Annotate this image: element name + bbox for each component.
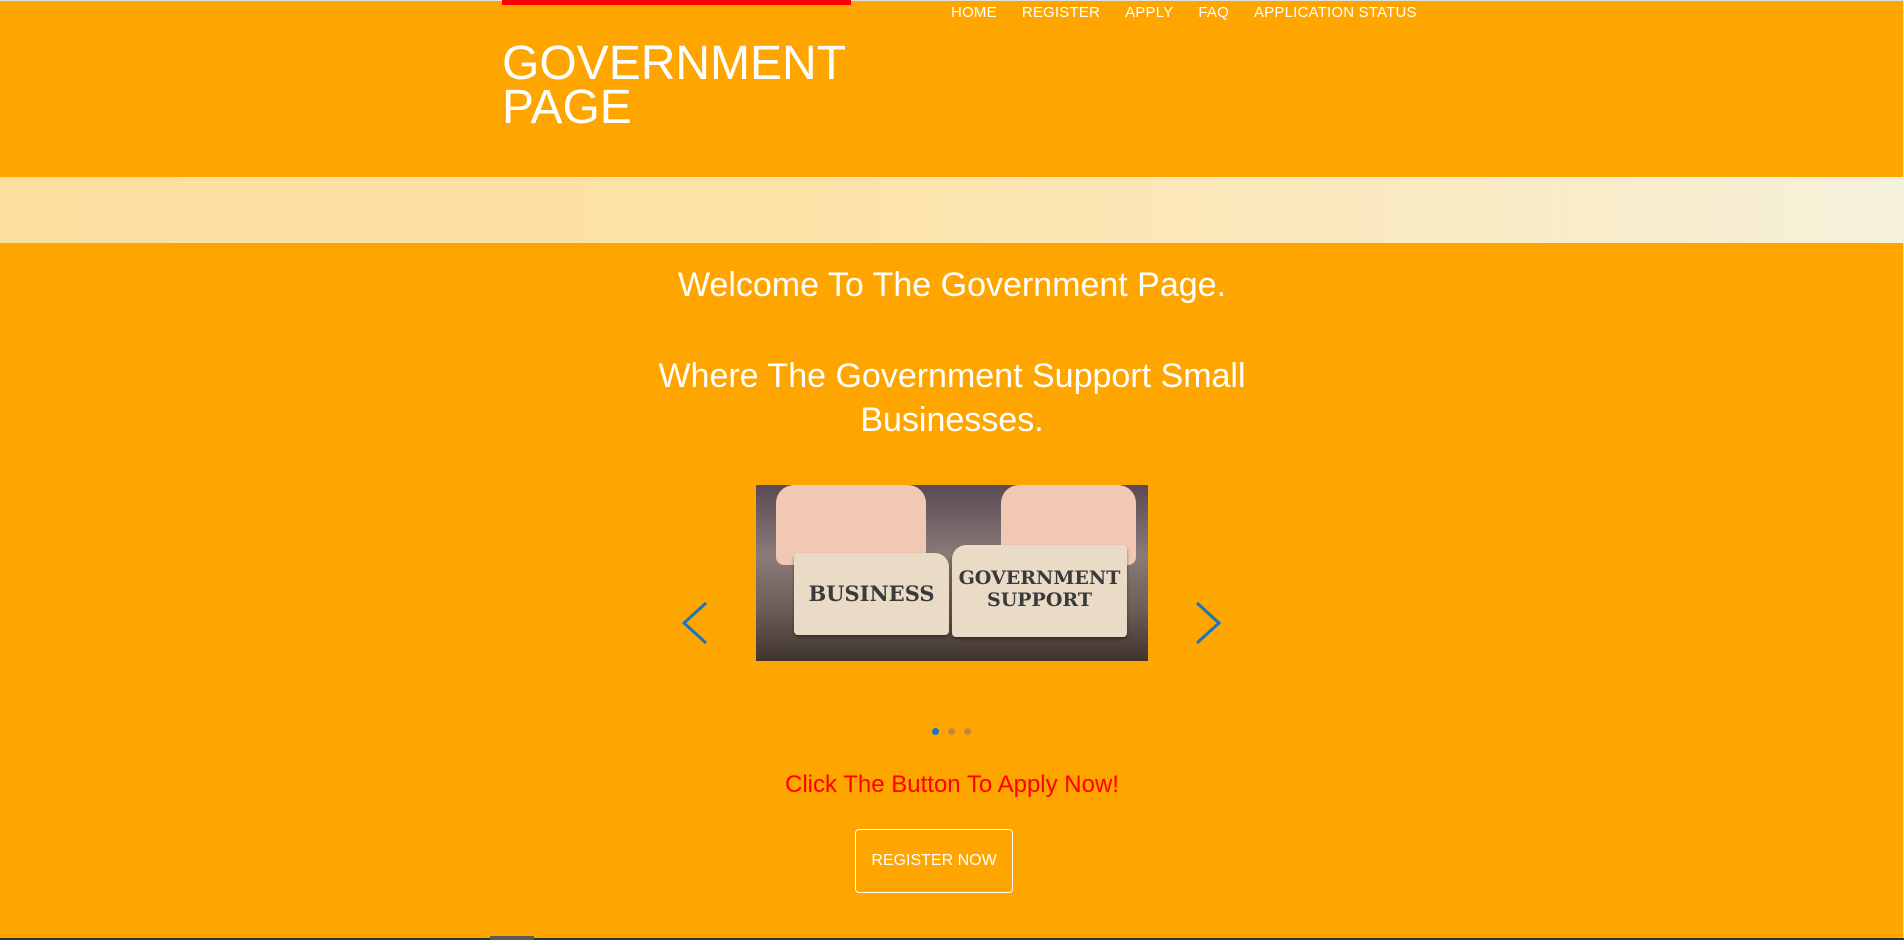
nav-apply[interactable]: APPLY [1125, 4, 1173, 21]
nav-faq[interactable]: FAQ [1198, 4, 1229, 21]
carousel-dot-3[interactable] [964, 728, 971, 735]
carousel-prev-arrow-icon[interactable] [675, 600, 715, 650]
carousel-slide-image: BUSINESS GOVERNMENT SUPPORT [756, 485, 1148, 661]
puzzle-piece-business: BUSINESS [794, 553, 949, 635]
register-now-button[interactable]: REGISTER NOW [855, 829, 1013, 893]
window-border-top [0, 0, 1904, 1]
main-nav: HOME REGISTER APPLY FAQ APPLICATION STAT… [951, 4, 1442, 21]
nav-application-status[interactable]: APPLICATION STATUS [1254, 4, 1417, 21]
site-title[interactable]: GOVERNMENT PAGE [502, 40, 922, 132]
carousel-next-arrow-icon[interactable] [1188, 600, 1228, 650]
carousel-dot-2[interactable] [948, 728, 955, 735]
carousel-dot-1[interactable] [932, 728, 939, 735]
carousel-dots [932, 728, 971, 735]
apply-prompt-text: Click The Button To Apply Now! [785, 771, 1119, 798]
title-accent-bar [502, 0, 851, 5]
page: GOVERNMENT PAGE HOME REGISTER APPLY FAQ … [0, 0, 1904, 940]
nav-register[interactable]: REGISTER [1022, 4, 1100, 21]
tagline-heading: Where The Government Support Small Busin… [0, 354, 1904, 442]
scrollbar-thumb[interactable] [490, 936, 534, 940]
welcome-heading: Welcome To The Government Page. [677, 266, 1227, 304]
nav-home[interactable]: HOME [951, 4, 997, 21]
banner-strip [0, 177, 1904, 243]
puzzle-piece-government-support: GOVERNMENT SUPPORT [952, 545, 1127, 637]
tagline-text: Where The Government Support Small Busin… [658, 357, 1246, 439]
